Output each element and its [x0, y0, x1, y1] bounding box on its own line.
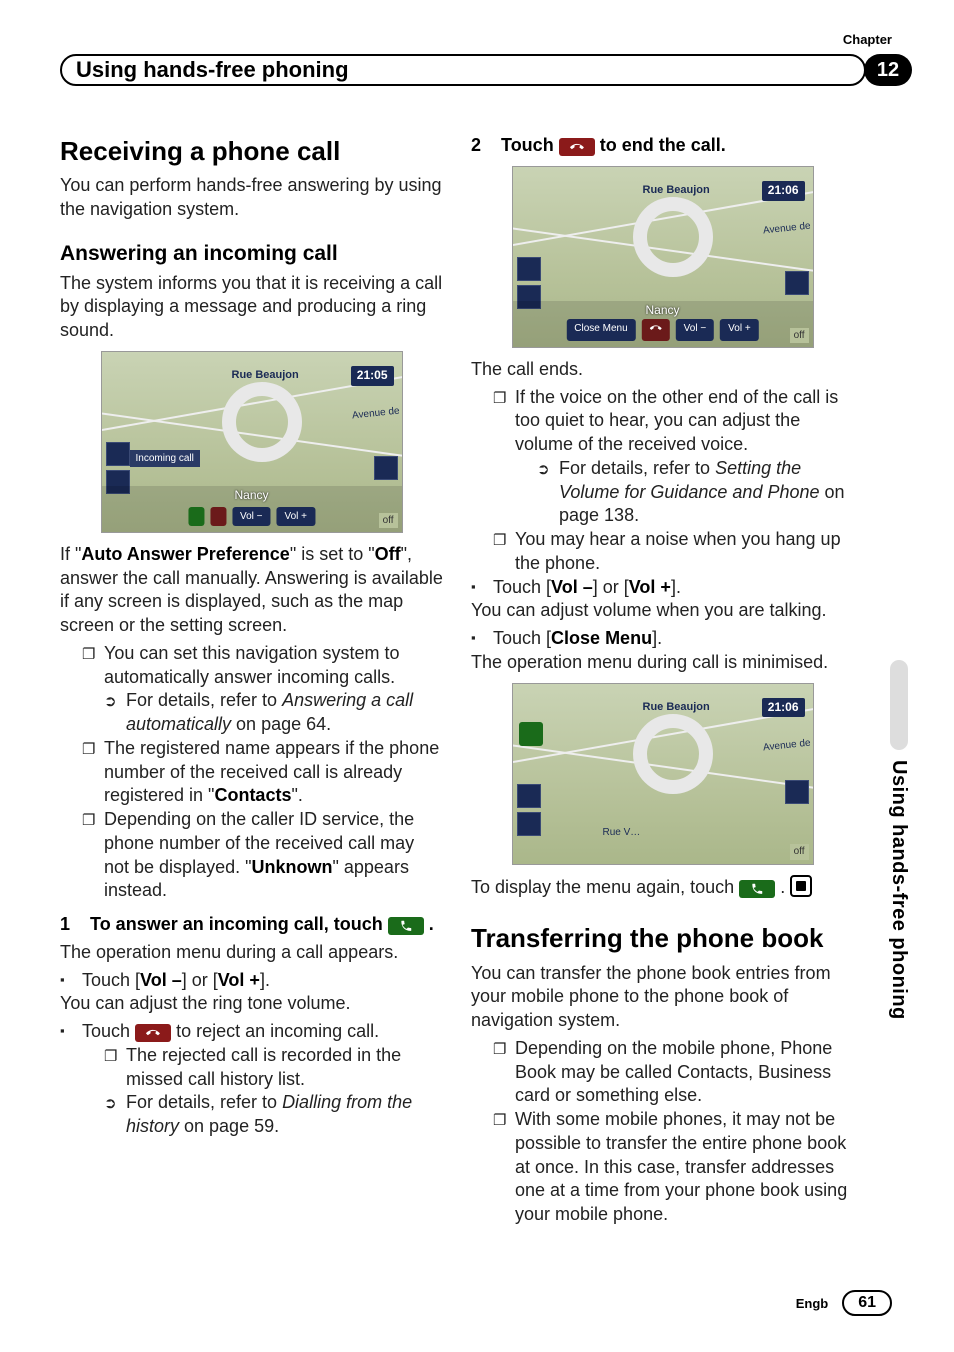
answer-button[interactable]: [188, 507, 204, 526]
body-text: The operation menu during call is minimi…: [471, 651, 854, 675]
bullet-item: Touch [Vol –] or [Vol +].: [60, 969, 443, 993]
note-item: The rejected call is recorded in the mis…: [60, 1044, 443, 1092]
screenshot-in-call: Rue Beaujon Avenue de 21:06 Nancy Close …: [512, 166, 814, 348]
bullet-item: Touch to reject an incoming call.: [60, 1020, 443, 1044]
crossref-item: For details, refer to Setting the Volume…: [471, 457, 854, 528]
side-tab-track: [890, 660, 908, 750]
off-label: off: [790, 844, 809, 859]
footer-page-number: 61: [842, 1290, 892, 1316]
call-active-icon: [519, 722, 543, 746]
bullet-icon: [471, 576, 493, 600]
page-footer: Engb 61: [796, 1290, 892, 1316]
body-text: You can adjust volume when you are talki…: [471, 599, 854, 623]
header-title-wrap: Using hands-free phoning: [60, 54, 866, 86]
caller-name: Nancy: [234, 488, 268, 504]
footer-language: Engb: [796, 1296, 829, 1311]
note-icon: [493, 1037, 515, 1061]
map-roundabout: [633, 714, 713, 794]
off-label: off: [379, 513, 398, 528]
caller-name: Nancy: [645, 303, 679, 319]
note-icon: [82, 737, 104, 761]
body-text: You can transfer the phone book entries …: [471, 962, 854, 1033]
off-label: off: [790, 328, 809, 343]
hangup-icon[interactable]: [559, 138, 595, 156]
body-text: The system informs you that it is receiv…: [60, 272, 443, 343]
close-menu-button[interactable]: Close Menu: [566, 319, 635, 341]
heading-answering: Answering an incoming call: [60, 240, 443, 268]
body-text: If "Auto Answer Preference" is set to "O…: [60, 543, 443, 638]
map-street-label: Rue Beaujon: [643, 183, 710, 198]
note-icon: [104, 1044, 126, 1068]
map-roundabout: [222, 382, 302, 462]
step-line: 1 To answer an incoming call, touch .: [60, 913, 443, 937]
reject-icon[interactable]: [135, 1024, 171, 1042]
right-column: 2 Touch to end the call. Rue Beaujon Ave…: [471, 134, 854, 1252]
bullet-icon: [471, 627, 493, 651]
note-item: Depending on the caller ID service, the …: [60, 808, 443, 903]
reject-button[interactable]: [210, 507, 226, 526]
vol-plus-button[interactable]: Vol +: [720, 319, 759, 341]
note-item: The registered name appears if the phone…: [60, 737, 443, 808]
body-text: To display the menu again, touch .: [471, 875, 854, 900]
note-item: With some mobile phones, it may not be p…: [471, 1108, 854, 1227]
note-item: If the voice on the other end of the cal…: [471, 386, 854, 457]
section-end-icon: [790, 875, 812, 897]
heading-transferring: Transferring the phone book: [471, 921, 854, 955]
menu-icon[interactable]: [739, 880, 775, 898]
chapter-label: Chapter: [843, 32, 892, 47]
note-icon: [82, 808, 104, 832]
screenshot-buttons: Close Menu Vol − Vol +: [566, 319, 758, 341]
crossref-icon: [104, 1091, 126, 1115]
answer-icon[interactable]: [388, 917, 424, 935]
body-text: You can adjust the ring tone volume.: [60, 992, 443, 1016]
note-icon: [493, 1108, 515, 1132]
crossref-icon: [104, 689, 126, 713]
screenshot-minimised: Rue Beaujon Avenue de 21:06 Rue V… off: [512, 683, 814, 865]
bullet-item: Touch [Vol –] or [Vol +].: [471, 576, 854, 600]
map-right-icon: [785, 780, 809, 804]
incoming-call-chip: Incoming call: [130, 450, 200, 467]
clock-badge: 21:05: [351, 366, 394, 386]
map-roundabout: [633, 197, 713, 277]
chapter-number-badge: 12: [864, 54, 912, 86]
note-item: You can set this navigation system to au…: [60, 642, 443, 690]
map-side-icons: [517, 784, 541, 836]
crossref-icon: [537, 457, 559, 481]
body-text: You can perform hands-free answering by …: [60, 174, 443, 222]
note-icon: [82, 642, 104, 666]
clock-badge: 21:06: [762, 181, 805, 201]
body-text: The call ends.: [471, 358, 854, 382]
vol-minus-button[interactable]: Vol −: [676, 319, 715, 341]
vol-plus-button[interactable]: Vol +: [277, 507, 316, 526]
note-icon: [493, 386, 515, 410]
note-icon: [493, 528, 515, 552]
map-right-icon: [374, 456, 398, 480]
map-street-label: Rue Beaujon: [232, 368, 299, 383]
side-tab-label: Using hands-free phoning: [887, 760, 910, 1020]
clock-badge: 21:06: [762, 698, 805, 718]
screenshot-incoming-call: Rue Beaujon Avenue de 21:05 Incoming cal…: [101, 351, 403, 533]
vol-minus-button[interactable]: Vol −: [232, 507, 271, 526]
left-column: Receiving a phone call You can perform h…: [60, 134, 443, 1252]
page: Chapter 12 Using hands-free phoning Usin…: [0, 0, 954, 1352]
note-item: Depending on the mobile phone, Phone Boo…: [471, 1037, 854, 1108]
crossref-item: For details, refer to Dialling from the …: [60, 1091, 443, 1139]
bullet-icon: [60, 969, 82, 993]
crossref-item: For details, refer to Answering a call a…: [60, 689, 443, 737]
heading-receiving: Receiving a phone call: [60, 134, 443, 168]
screenshot-buttons: Vol − Vol +: [188, 507, 315, 526]
bullet-icon: [60, 1020, 82, 1044]
map-minor-street: Rue V…: [603, 826, 641, 839]
header-title: Using hands-free phoning: [76, 57, 349, 83]
body-text: The operation menu during a call appears…: [60, 941, 443, 965]
map-right-icon: [785, 271, 809, 295]
bullet-item: Touch [Close Menu].: [471, 627, 854, 651]
map-street-label: Rue Beaujon: [643, 700, 710, 715]
note-item: You may hear a noise when you hang up th…: [471, 528, 854, 576]
step-line: 2 Touch to end the call.: [471, 134, 854, 158]
content-columns: Receiving a phone call You can perform h…: [60, 134, 854, 1252]
hangup-button[interactable]: [642, 319, 670, 341]
